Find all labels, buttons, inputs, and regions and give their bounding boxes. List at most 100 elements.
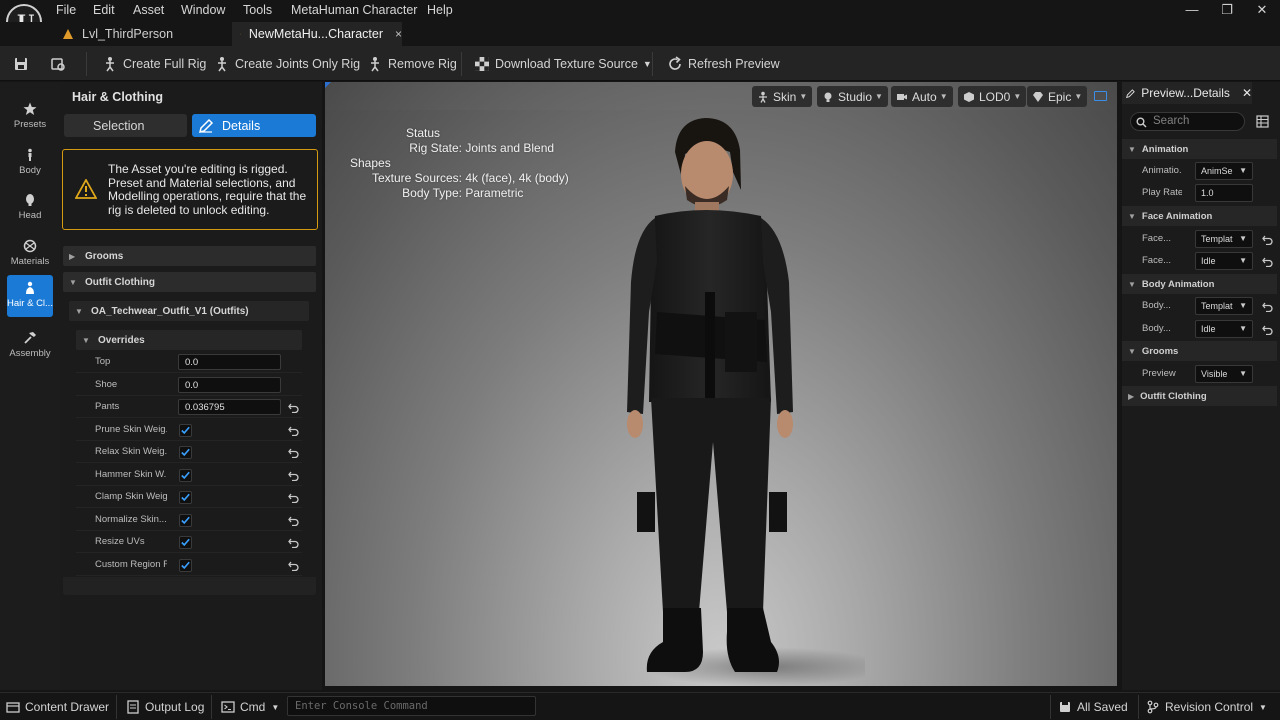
reset-icon[interactable]	[1262, 234, 1273, 245]
menu-window[interactable]: Window	[181, 3, 225, 17]
mode-label: Body	[19, 165, 41, 176]
mode-hair-clothing[interactable]: Hair & Cl...	[7, 275, 53, 317]
cmd-button[interactable]: Cmd ▼	[221, 697, 279, 717]
play-rate-input[interactable]: 1.0	[1195, 184, 1253, 202]
drawer-icon	[6, 702, 20, 713]
prune-skin-weights-checkbox[interactable]	[179, 424, 192, 437]
panel-title: Hair & Clothing	[72, 90, 163, 104]
face-idle-dropdown[interactable]: Idle ▼	[1195, 252, 1253, 270]
outfit-clothing-section[interactable]: ▼ Outfit Clothing	[63, 272, 316, 292]
mode-presets[interactable]: Presets	[7, 96, 53, 136]
skin-view-button[interactable]: Skin ▼	[752, 86, 813, 107]
studio-label: Studio	[838, 89, 873, 104]
close-tab-icon[interactable]: ✕	[1242, 86, 1252, 100]
reset-icon[interactable]	[1262, 301, 1273, 312]
menu-metahuman-character[interactable]: MetaHuman Character	[291, 3, 417, 17]
shoe-input[interactable]: 0.0	[178, 377, 281, 393]
branch-icon	[1147, 700, 1159, 714]
body-animation-section[interactable]: ▼ Body Animation	[1122, 274, 1277, 294]
reset-icon[interactable]	[288, 470, 299, 481]
reset-icon[interactable]	[288, 560, 299, 571]
face-animation-section[interactable]: ▼ Face Animation	[1122, 206, 1277, 226]
menu-asset[interactable]: Asset	[133, 3, 164, 17]
outfit-clothing-section[interactable]: ▶ Outfit Clothing	[1122, 386, 1277, 406]
search-input[interactable]: Search	[1130, 112, 1245, 131]
quality-button[interactable]: Epic ▼	[1027, 86, 1088, 107]
toolbar: Create Full Rig Create Joints Only Rig R…	[0, 46, 1280, 81]
create-full-rig-button[interactable]: Create Full Rig	[102, 54, 206, 74]
lightbulb-icon	[824, 92, 832, 102]
custom-region-checkbox[interactable]	[179, 559, 192, 572]
reset-icon[interactable]	[1262, 324, 1273, 335]
mode-head[interactable]: Head	[7, 187, 53, 227]
face-template-dropdown[interactable]: Templat ▼	[1195, 230, 1253, 248]
keyboard-icon[interactable]	[1094, 91, 1107, 101]
animation-mode-dropdown[interactable]: AnimSe ▼	[1195, 162, 1253, 180]
lod-button[interactable]: LOD0 ▼	[958, 86, 1027, 107]
animation-section[interactable]: ▼ Animation	[1122, 139, 1277, 159]
chevron-down-icon: ▼	[82, 335, 90, 345]
table-view-icon[interactable]	[1256, 115, 1269, 128]
minimize-icon[interactable]: —	[1182, 2, 1202, 18]
close-window-icon[interactable]: ✕	[1252, 2, 1272, 18]
log-icon	[127, 700, 139, 714]
mode-body[interactable]: Body	[7, 142, 53, 182]
content-drawer-button[interactable]: Content Drawer	[6, 697, 109, 717]
console-input[interactable]: Enter Console Command	[287, 696, 536, 716]
reset-icon[interactable]	[1262, 256, 1273, 267]
create-joints-only-rig-label: Create Joints Only Rig	[235, 57, 361, 71]
reset-icon[interactable]	[288, 425, 299, 436]
restore-icon[interactable]: ❐	[1217, 2, 1237, 18]
browse-button[interactable]	[50, 54, 71, 74]
studio-lighting-button[interactable]: Studio ▼	[817, 86, 888, 107]
revision-control-button[interactable]: Revision Control ▼	[1146, 697, 1267, 717]
face-idle-row: Face... Idle ▼	[1128, 250, 1277, 272]
mode-materials[interactable]: Materials	[7, 233, 53, 273]
top-input[interactable]: 0.0	[178, 354, 281, 370]
selection-tab[interactable]: Selection	[64, 114, 187, 137]
outfit-item-section[interactable]: ▼ OA_Techwear_Outfit_V1 (Outfits)	[69, 301, 309, 321]
grooms-section[interactable]: ▼ Grooms	[1122, 341, 1277, 361]
save-button[interactable]	[13, 54, 34, 74]
viewport[interactable]: Skin ▼ Studio ▼ Auto ▼ LOD0 ▼ Epic ▼ Status R…	[325, 82, 1117, 686]
body-idle-dropdown[interactable]: Idle ▼	[1195, 320, 1253, 338]
reset-icon[interactable]	[288, 515, 299, 526]
details-tab[interactable]: Details	[192, 114, 316, 137]
normalize-skin-weights-checkbox[interactable]	[179, 514, 192, 527]
grooms-section[interactable]: ▶ Grooms	[63, 246, 316, 266]
warning-icon	[75, 179, 97, 199]
output-log-button[interactable]: Output Log	[126, 697, 204, 717]
hammer-skin-weights-checkbox[interactable]	[179, 469, 192, 482]
close-tab-icon[interactable]: ×	[395, 27, 402, 41]
preview-details-tab[interactable]: Preview...Details ✕	[1122, 82, 1252, 104]
menu-file[interactable]: File	[56, 3, 76, 17]
reset-icon[interactable]	[288, 447, 299, 458]
overrides-section[interactable]: ▼ Overrides	[76, 330, 302, 350]
reset-icon[interactable]	[288, 537, 299, 548]
body-template-dropdown[interactable]: Templat ▼	[1195, 297, 1253, 315]
download-texture-source-button[interactable]: Download Texture Source ▼	[474, 54, 652, 74]
auto-camera-button[interactable]: Auto ▼	[891, 86, 953, 107]
menu-help[interactable]: Help	[427, 3, 453, 17]
metahuman-character-preview	[627, 118, 865, 686]
all-saved-button[interactable]: All Saved	[1058, 697, 1128, 717]
menu-edit[interactable]: Edit	[93, 3, 115, 17]
resize-uvs-checkbox[interactable]	[179, 536, 192, 549]
menu-tools[interactable]: Tools	[243, 3, 272, 17]
grooms-preview-dropdown[interactable]: Visible ▼	[1195, 365, 1253, 383]
refresh-preview-button[interactable]: Refresh Preview	[667, 54, 780, 74]
terminal-icon	[221, 701, 235, 713]
tab-lvl-thirdperson[interactable]: Lvl_ThirdPerson	[56, 22, 226, 46]
tab-metahuman-character[interactable]: NewMetaHu...Character ×	[232, 22, 402, 46]
clamp-skin-weights-checkbox[interactable]	[179, 491, 192, 504]
remove-rig-button[interactable]: Remove Rig	[367, 54, 457, 74]
reset-icon[interactable]	[288, 492, 299, 503]
create-joints-only-rig-button[interactable]: Create Joints Only Rig	[214, 54, 360, 74]
pants-input[interactable]: 0.036795	[178, 399, 281, 415]
mode-assembly[interactable]: Assembly	[7, 325, 53, 365]
chevron-down-icon: ▼	[1259, 702, 1267, 712]
star-icon	[23, 102, 37, 115]
status-overlay: Status Rig State: Joints and Blend Shape…	[350, 126, 590, 201]
relax-skin-weights-checkbox[interactable]	[179, 446, 192, 459]
reset-icon[interactable]	[288, 402, 299, 413]
